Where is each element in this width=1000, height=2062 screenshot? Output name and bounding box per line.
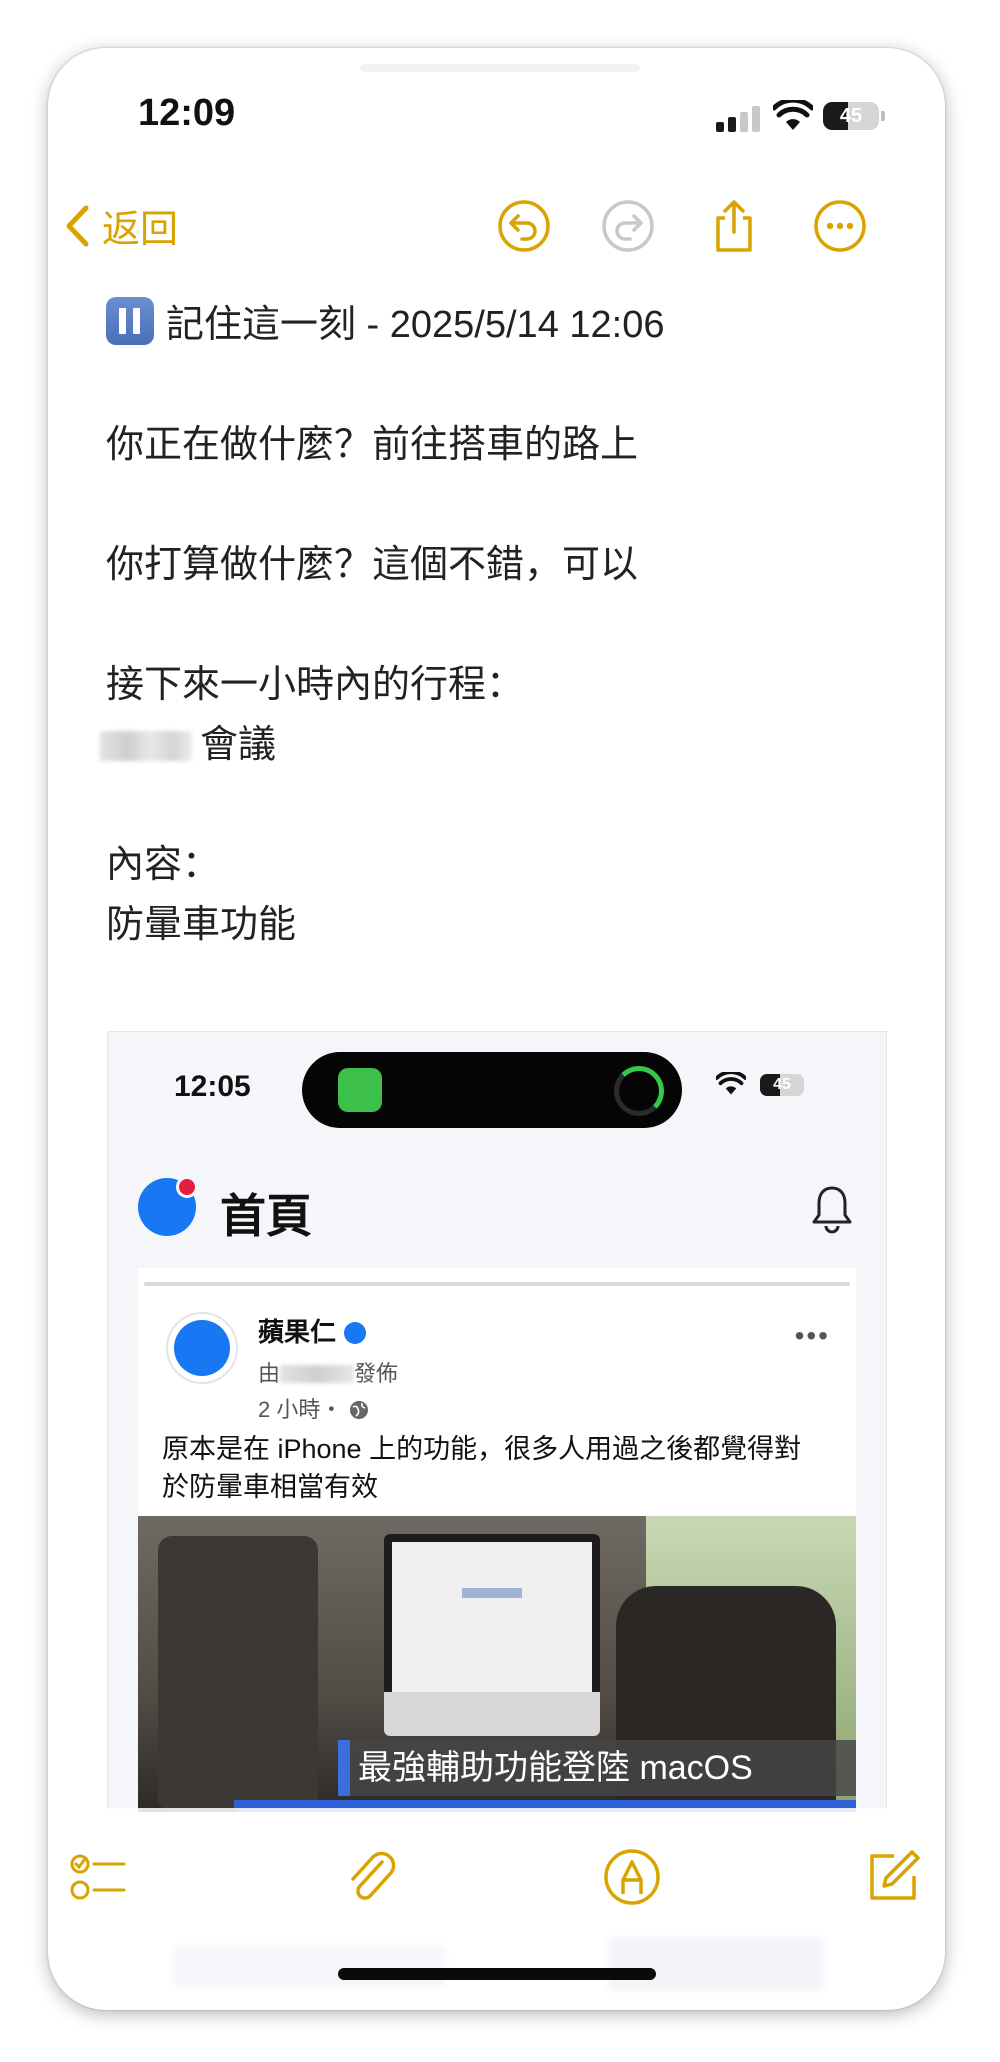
checklist-icon[interactable] [68, 1848, 126, 1906]
home-header: 首頁 [138, 1172, 856, 1242]
redo-icon[interactable] [600, 198, 656, 254]
post-meta: 2 小時・ [258, 1392, 370, 1424]
wifi-icon [716, 1072, 746, 1095]
page-title: 首頁 [220, 1190, 312, 1242]
post-author: 蘋果仁 [258, 1312, 367, 1349]
note-line-plan: 你打算做什麼？這個不錯，可以 [106, 544, 639, 586]
battery-level: 45 [839, 105, 863, 127]
attachment-icon[interactable] [342, 1848, 400, 1906]
post-publisher: 由發佈 [258, 1361, 399, 1386]
compose-icon[interactable] [864, 1848, 922, 1906]
note-line-content: 防暈車功能 [106, 904, 297, 946]
post-card: 蘋果仁 由發佈 2 小時・ ••• 原本是在 iPhone 上的功能，很多人用過… [138, 1268, 856, 1812]
photo-caption: 最強輔助功能登陸 macOS [338, 1740, 856, 1796]
note-line-schedule: 會議 [100, 713, 276, 768]
dynamic-island [302, 1052, 682, 1128]
notes-toolbar: 返回 [48, 188, 945, 268]
wifi-icon [773, 100, 813, 130]
status-time: 12:09 [138, 92, 236, 134]
top-notch-line [360, 64, 640, 72]
author-avatar [166, 1312, 238, 1384]
markup-icon[interactable] [603, 1848, 661, 1906]
notification-dot [176, 1176, 198, 1198]
pause-icon [106, 297, 154, 345]
redacted-text [100, 731, 192, 761]
battery-icon: 45 [760, 1074, 804, 1096]
post-text: 原本是在 iPhone 上的功能，很多人用過之後都覺得對於防暈車相當有效 [162, 1434, 802, 1502]
cellular-signal-icon [716, 106, 760, 132]
notes-bottom-toolbar [48, 1848, 945, 1938]
status-bar: 12:09 45 [48, 92, 945, 142]
globe-icon [350, 1401, 369, 1419]
chevron-left-icon [66, 205, 89, 246]
verified-badge-icon [344, 1322, 367, 1344]
back-button[interactable]: 返回 [64, 198, 178, 253]
back-label: 返回 [102, 209, 179, 251]
embedded-screenshot[interactable]: 12:05 45 首頁 蘋果仁 由 發佈 2 小時・ ••• 原本是在 iPho… [107, 1031, 887, 1813]
note-line-doing: 你正在做什麼？前往搭車的路上 [106, 424, 639, 466]
progress-ring-icon [614, 1066, 664, 1116]
post-more-icon: ••• [794, 1320, 830, 1351]
app-icon [338, 1068, 382, 1112]
home-indicator[interactable] [338, 1968, 656, 1980]
phone-frame: 12:09 45 返回 記住這一刻 - 2025/5/14 12:06 你正在做… [48, 48, 945, 2010]
redacted-text [280, 1365, 355, 1383]
bell-icon [812, 1186, 852, 1234]
more-icon[interactable] [812, 198, 868, 254]
embedded-status-time: 12:05 [174, 1070, 251, 1103]
battery-icon: 45 [823, 102, 879, 130]
post-photo: 最強輔助功能登陸 macOS [138, 1516, 856, 1812]
note-title: 記住這一刻 - 2025/5/14 12:06 [106, 293, 664, 348]
profile-avatar [138, 1176, 198, 1236]
note-line-content-label: 內容： [106, 844, 221, 886]
imac-image [384, 1534, 600, 1700]
note-line-schedule-label: 接下來一小時內的行程： [106, 664, 525, 706]
undo-icon[interactable] [496, 198, 552, 254]
share-icon[interactable] [706, 198, 762, 254]
